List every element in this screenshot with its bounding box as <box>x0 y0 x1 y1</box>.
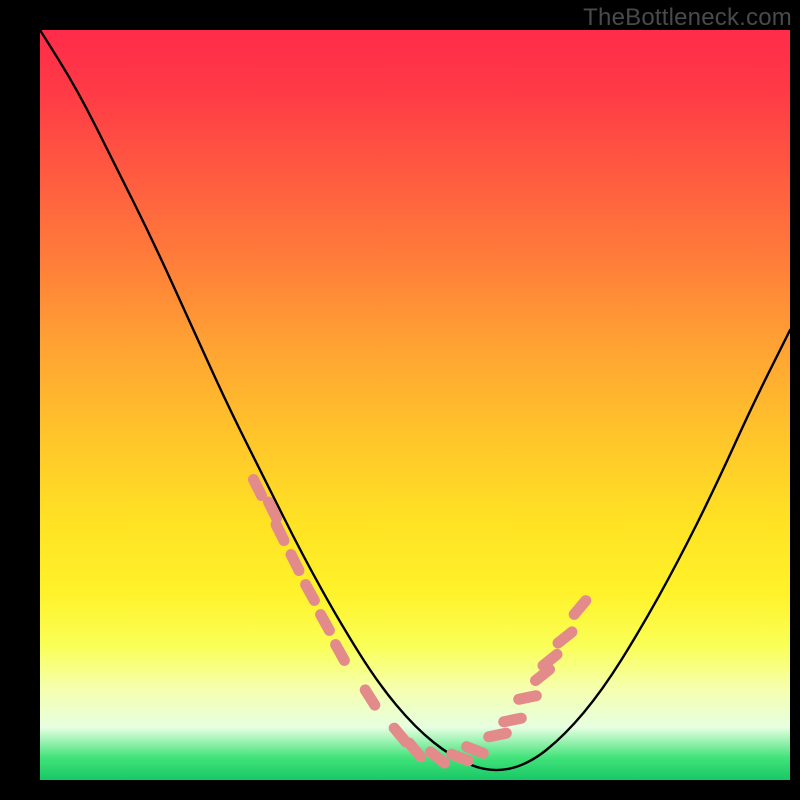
data-marker <box>394 728 406 742</box>
data-marker <box>306 585 315 601</box>
data-marker <box>336 645 345 661</box>
data-markers <box>254 480 586 764</box>
data-marker <box>269 502 277 518</box>
data-marker <box>489 733 507 737</box>
data-marker <box>536 669 550 680</box>
chart-frame: TheBottleneck.com <box>0 0 800 800</box>
data-marker <box>431 752 445 763</box>
data-marker <box>504 718 522 722</box>
data-marker <box>291 555 299 571</box>
data-marker <box>467 747 484 754</box>
curve-svg <box>40 30 790 780</box>
bottleneck-curve <box>40 30 790 770</box>
data-marker <box>254 480 262 496</box>
data-marker <box>321 615 330 631</box>
data-marker <box>409 743 421 757</box>
data-marker <box>558 632 572 643</box>
data-marker <box>543 654 557 665</box>
data-marker <box>452 754 469 761</box>
data-marker <box>574 601 586 615</box>
data-marker <box>365 690 375 705</box>
watermark-text: TheBottleneck.com <box>583 4 792 32</box>
data-marker <box>519 696 537 700</box>
data-marker <box>276 525 284 541</box>
plot-area <box>40 30 790 780</box>
